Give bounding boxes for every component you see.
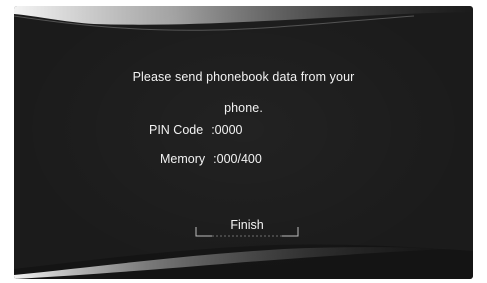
memory-label: Memory xyxy=(160,152,206,166)
pin-code-label: PIN Code xyxy=(149,123,204,137)
memory-row: Memory :000/400 xyxy=(160,152,262,166)
top-decorative-swoosh xyxy=(14,6,473,31)
finish-button-label: Finish xyxy=(230,218,264,232)
memory-value: :000/400 xyxy=(213,152,262,166)
pin-code-row: PIN Code :0000 xyxy=(149,123,242,137)
finish-button[interactable]: Finish xyxy=(194,213,300,239)
message-line-2: phone. xyxy=(224,101,263,115)
pin-code-value: :0000 xyxy=(211,123,243,137)
message-line-1: Please send phonebook data from your xyxy=(132,70,355,84)
phonebook-transfer-screen: Please send phonebook data from your pho… xyxy=(14,6,473,279)
